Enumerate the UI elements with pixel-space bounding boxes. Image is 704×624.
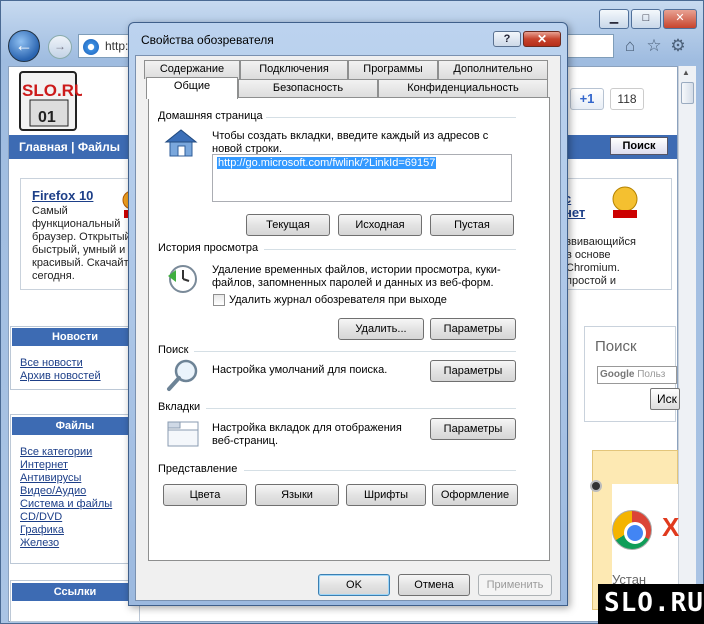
history-section-divider	[264, 249, 516, 250]
use-current-button[interactable]: Текущая	[246, 214, 330, 236]
tabs-desc: Настройка вкладок для отображения веб-ст…	[212, 422, 402, 447]
address-bar-right[interactable]	[564, 34, 614, 58]
back-button[interactable]: ←	[8, 30, 40, 62]
site-search-button[interactable]: Поиск	[610, 137, 668, 155]
tabs-section-divider	[206, 408, 516, 409]
google-placeholder: Польз	[637, 369, 666, 380]
search-section-label: Поиск	[158, 344, 193, 356]
cancel-button[interactable]: Отмена	[398, 574, 470, 596]
languages-button[interactable]: Языки	[255, 484, 339, 506]
files-link[interactable]: Система и файлы	[20, 498, 112, 510]
history-settings-button[interactable]: Параметры	[430, 318, 516, 340]
chrome-promo-desc: звивающийся в основе Chromium. простой и	[566, 236, 636, 287]
forward-button[interactable]: →	[48, 35, 72, 59]
pin-icon	[590, 480, 602, 492]
magnifier-icon	[167, 359, 198, 391]
firefox-promo-desc: Самый функциональный браузер. Открытый б…	[32, 205, 135, 282]
google-brand: Google	[600, 369, 635, 380]
ad-letter: Х	[662, 512, 680, 542]
files-link[interactable]: Антивирусы	[20, 472, 81, 484]
tabs-icon	[167, 421, 199, 447]
arrow-left-icon: ←	[15, 35, 33, 55]
search-widget-title: Поиск	[595, 338, 637, 355]
help-button[interactable]: ?	[493, 31, 521, 47]
dialog-title: Свойства обозревателя	[141, 33, 274, 47]
ie-page-icon	[83, 39, 99, 55]
watermark: SLO.RU	[598, 584, 704, 624]
logo-sub-text: 01	[38, 109, 56, 126]
history-section-label: История просмотра	[158, 242, 263, 254]
home-section-divider	[266, 117, 516, 118]
delete-on-exit-checkbox[interactable]	[213, 294, 225, 306]
gear-icon[interactable]: ⚙	[668, 36, 688, 56]
dialog-close-button[interactable]: ✕	[523, 31, 561, 47]
browser-maximize-button[interactable]: □	[631, 9, 661, 29]
watermark-text: SLO.RU	[604, 588, 704, 618]
tab-advanced[interactable]: Дополнительно	[438, 60, 548, 79]
delete-on-exit-label[interactable]: Удалить журнал обозревателя при выходе	[229, 294, 447, 307]
plus-one-button[interactable]: +1	[570, 88, 604, 110]
search-desc: Настройка умолчаний для поиска.	[212, 364, 388, 376]
tabs-section-label: Вкладки	[158, 401, 205, 413]
tab-privacy[interactable]: Конфиденциальность	[378, 79, 548, 98]
files-link[interactable]: Графика	[20, 524, 64, 536]
history-clock-icon	[168, 265, 197, 293]
home-page-textarea[interactable]: http://go.microsoft.com/fwlink/?LinkId=6…	[212, 154, 512, 202]
address-text: http:	[105, 39, 129, 53]
files-link[interactable]: CD/DVD	[20, 511, 62, 523]
colors-button[interactable]: Цвета	[163, 484, 247, 506]
home-page-url: http://go.microsoft.com/fwlink/?LinkId=6…	[217, 157, 437, 169]
use-blank-button[interactable]: Пустая	[430, 214, 514, 236]
files-link[interactable]: Железо	[20, 537, 59, 549]
news-link-all[interactable]: Все новости	[20, 357, 83, 369]
use-default-button[interactable]: Исходная	[338, 214, 422, 236]
fonts-button[interactable]: Шрифты	[346, 484, 426, 506]
home-hint: Чтобы создать вкладки, введите каждый из…	[212, 130, 489, 155]
page-scrollbar[interactable]: ▲	[678, 66, 696, 622]
delete-history-button[interactable]: Удалить...	[338, 318, 424, 340]
search-section-divider	[194, 351, 516, 352]
address-bar[interactable]: http:	[78, 34, 130, 58]
ok-button[interactable]: OK	[318, 574, 390, 596]
accessibility-button[interactable]: Оформление	[432, 484, 518, 506]
apply-button[interactable]: Применить	[478, 574, 552, 596]
scrollbar-thumb[interactable]	[681, 82, 694, 104]
home-icon[interactable]: ⌂	[620, 36, 640, 56]
files-link[interactable]: Все категории	[20, 446, 92, 458]
house-icon	[164, 129, 198, 157]
news-link-archive[interactable]: Архив новостей	[20, 370, 101, 382]
site-logo[interactable]: SLO.RU 01	[16, 70, 82, 134]
tab-general[interactable]: Общие	[146, 77, 238, 99]
appearance-section-label: Представление	[158, 463, 242, 475]
home-section-label: Домашняя страница	[158, 110, 267, 122]
arrow-right-icon: →	[54, 39, 66, 53]
files-link[interactable]: Интернет	[20, 459, 68, 471]
site-nav-links[interactable]: Главная | Файлы	[19, 140, 120, 154]
news-header: Новости	[12, 328, 138, 346]
tabs-settings-button[interactable]: Параметры	[430, 418, 516, 440]
google-search-button[interactable]: Иск	[650, 388, 680, 410]
logo-text: SLO.RU	[22, 81, 82, 100]
browser-minimize-button[interactable]: ▁	[599, 9, 629, 29]
history-desc: Удаление временных файлов, истории просм…	[212, 264, 501, 289]
chrome-logo-icon	[612, 510, 652, 550]
browser-close-button[interactable]: ✕	[663, 9, 697, 29]
tab-connections[interactable]: Подключения	[240, 60, 348, 79]
files-link[interactable]: Видео/Аудио	[20, 485, 86, 497]
google-search-input[interactable]: Google Польз	[597, 366, 677, 384]
plus-one-count: 118	[610, 88, 644, 110]
tab-security[interactable]: Безопасность	[238, 79, 378, 98]
scroll-up-icon[interactable]: ▲	[682, 68, 690, 77]
search-settings-button[interactable]: Параметры	[430, 360, 516, 382]
appearance-section-divider	[244, 470, 516, 471]
slo-badge-icon	[612, 186, 638, 218]
firefox-promo-title[interactable]: Firefox 10	[32, 188, 93, 203]
links-header: Ссылки	[12, 583, 138, 601]
star-icon[interactable]: ☆	[644, 36, 664, 56]
tab-programs[interactable]: Программы	[348, 60, 438, 79]
files-header: Файлы	[12, 417, 138, 435]
